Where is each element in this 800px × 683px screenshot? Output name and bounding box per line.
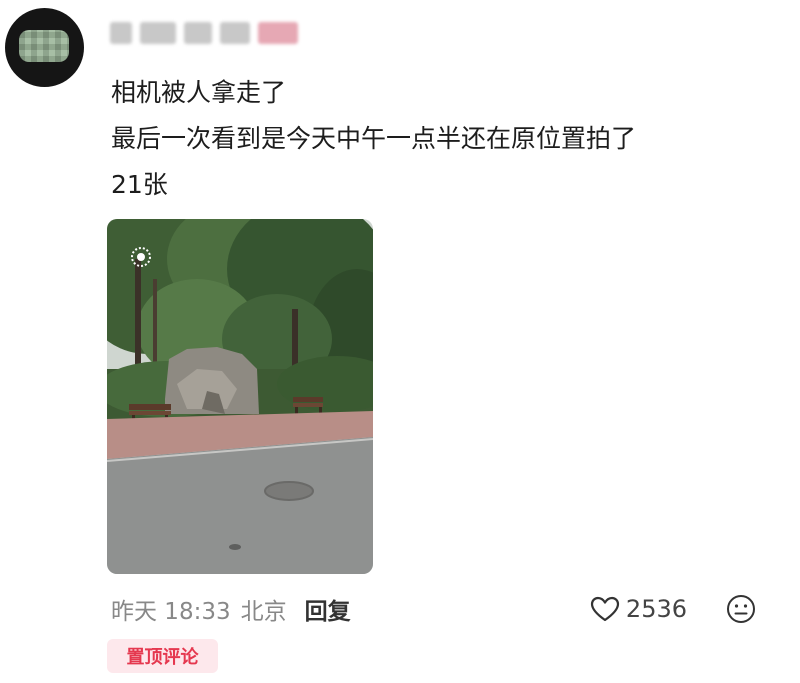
username-pixel [184, 22, 212, 44]
like-count: 2536 [625, 595, 687, 623]
like-button[interactable]: 2536 [590, 589, 687, 629]
username-pixel [220, 22, 250, 44]
park-photo-image [107, 219, 373, 574]
comment-timestamp: 昨天 18:33 [111, 599, 231, 625]
avatar-image [19, 30, 69, 62]
pinned-comment-badge: 置顶评论 [107, 639, 218, 673]
comment-line: 最后一次看到是今天中午一点半还在原位置拍了 [111, 124, 637, 153]
comment-meta: 昨天 18:33 北京 回复 [111, 589, 791, 629]
comment-line: 相机被人拿走了 [111, 78, 287, 107]
comment-text: 相机被人拿走了 最后一次看到是今天中午一点半还在原位置拍了 21张 [111, 70, 791, 208]
username-blurred[interactable] [110, 14, 340, 52]
comment-location: 北京 [240, 599, 287, 625]
avatar[interactable] [5, 8, 84, 87]
attached-photo[interactable] [107, 219, 373, 574]
live-photo-icon [131, 247, 151, 267]
neutral-face-icon[interactable] [726, 594, 756, 624]
username-pixel [140, 22, 176, 44]
username-badge [258, 22, 298, 44]
username-pixel [110, 22, 132, 44]
heart-outline-icon [590, 596, 620, 622]
comment-line: 21张 [111, 170, 168, 199]
reply-button[interactable]: 回复 [305, 592, 351, 626]
